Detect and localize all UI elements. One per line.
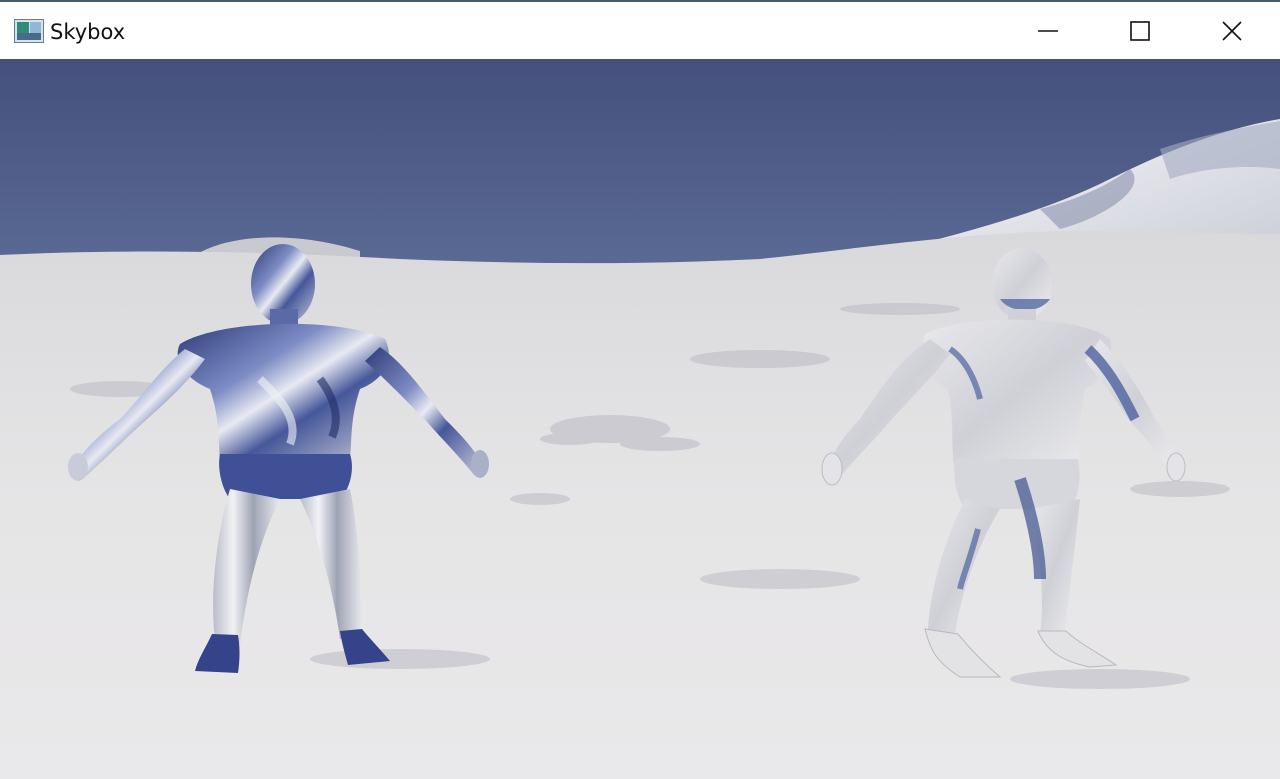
render-viewport[interactable] [0,59,1280,779]
maximize-icon [1130,20,1150,41]
app-window: Skybox [0,0,1280,779]
maximize-button[interactable] [1094,2,1186,59]
minimize-icon [1038,29,1058,32]
close-icon [1222,20,1242,41]
window-title: Skybox [50,20,126,44]
skybox-scene [0,59,1280,779]
minimize-button[interactable] [1002,2,1094,59]
app-icon [14,19,44,43]
close-button[interactable] [1186,2,1278,59]
snow-ground [0,230,1280,779]
